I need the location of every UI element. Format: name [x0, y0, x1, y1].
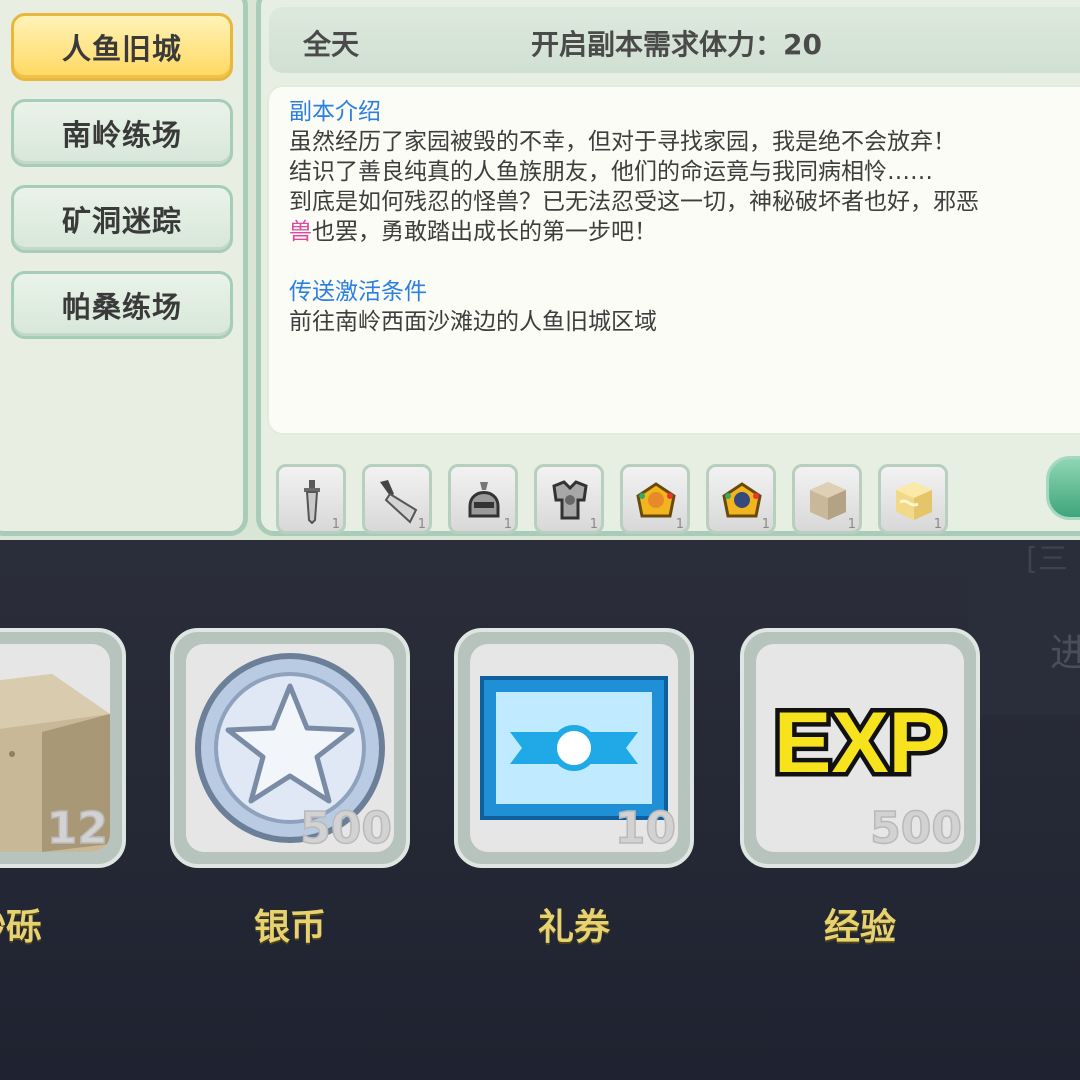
description-box: 副本介绍 虽然经历了家园被毁的不幸，但对于寻找家园，我是绝不会放弃！ 结识了善良…	[267, 85, 1080, 435]
loot-count: 1	[847, 517, 856, 532]
dungeon-panel: 人鱼旧城 南岭练场 矿洞迷踪 帕桑练场 全天 开启副本需求体力：20 副本介绍 …	[0, 0, 1080, 540]
reward-slot[interactable]: 500	[170, 628, 410, 868]
reward-slot[interactable]: EXP 500	[740, 628, 980, 868]
reward-label: 银币	[253, 907, 326, 948]
rewards-panel: [三 进 12 砂砾 500 银币	[0, 540, 1080, 1080]
sidebar-item-pasang-training-ground[interactable]: 帕桑练场	[11, 271, 233, 339]
loot-slot[interactable]: 1	[792, 464, 862, 534]
reward-slot[interactable]: 12	[0, 628, 126, 868]
reward-amount: 500	[869, 802, 962, 855]
side-panel-top-text: [三	[1026, 542, 1068, 577]
dungeon-detail-panel: 全天 开启副本需求体力：20 副本介绍 虽然经历了家园被毁的不幸，但对于寻找家园…	[256, 0, 1080, 536]
loot-slot[interactable]: 1	[362, 464, 432, 534]
loot-slot[interactable]: 1	[878, 464, 948, 534]
intro-line-rest: 也罢，勇敢踏出成长的第一步吧！	[312, 219, 657, 245]
loot-slot[interactable]: 1	[706, 464, 776, 534]
loot-count: 1	[503, 517, 512, 532]
intro-line: 到底是如何残忍的怪兽？已无法忍受这一切，神秘破坏者也好，邪恶	[289, 189, 979, 215]
loot-count: 1	[675, 517, 684, 532]
loot-count: 1	[589, 517, 598, 532]
loot-count: 1	[417, 517, 426, 532]
helmet-icon	[468, 482, 500, 518]
gold-chest-blue-icon	[722, 482, 762, 518]
loot-count: 1	[761, 517, 770, 532]
loot-count: 1	[331, 517, 340, 532]
reward-amount: 12	[46, 802, 109, 855]
cleaver-icon	[380, 480, 418, 524]
loot-slot[interactable]: 1	[276, 464, 346, 534]
reward-label: 砂砾	[0, 907, 42, 948]
sand-block-icon	[810, 482, 846, 520]
sandstone-block-icon	[896, 482, 932, 520]
stamina-cost-label: 开启副本需求体力：20	[531, 28, 822, 61]
reward-amount: 500	[299, 802, 392, 855]
loot-count: 1	[933, 517, 942, 532]
sidebar-item-mermaid-old-city[interactable]: 人鱼旧城	[11, 13, 233, 81]
loot-slot[interactable]: 1	[620, 464, 690, 534]
sidebar-item-nanling-training-ground[interactable]: 南岭练场	[11, 99, 233, 167]
dungeon-list-sidebar: 人鱼旧城 南岭练场 矿洞迷踪 帕桑练场	[0, 0, 248, 536]
description-text: 副本介绍 虽然经历了家园被毁的不幸，但对于寻找家园，我是绝不会放弃！ 结识了善良…	[289, 97, 1080, 337]
intro-line: 虽然经历了家园被毁的不幸，但对于寻找家园，我是绝不会放弃！	[289, 129, 956, 155]
dungeon-header: 全天 开启副本需求体力：20	[269, 7, 1080, 73]
gold-chest-orange-icon	[636, 482, 676, 518]
enter-dungeon-button[interactable]	[1046, 456, 1080, 520]
side-panel-button-text[interactable]: 进	[1050, 622, 1080, 677]
open-time-label: 全天	[303, 28, 360, 61]
reward-label: 经验	[823, 907, 896, 948]
reward-slot[interactable]: 10	[454, 628, 694, 868]
monster-highlight: 兽	[289, 219, 312, 245]
intro-line: 兽也罢，勇敢踏出成长的第一步吧！	[289, 217, 1080, 247]
reward-label: 礼券	[537, 907, 610, 948]
loot-slot[interactable]: 1	[534, 464, 604, 534]
loot-slot[interactable]: 1	[448, 464, 518, 534]
svg-text:EXP: EXP	[774, 695, 946, 791]
intro-title: 副本介绍	[289, 99, 381, 125]
intro-line: 结识了善良纯真的人鱼族朋友，他们的命运竟与我同病相怜……	[289, 159, 933, 185]
teleport-title: 传送激活条件	[289, 279, 427, 305]
armor-icon	[552, 480, 588, 520]
reward-amount: 10	[614, 802, 677, 855]
teleport-text: 前往南岭西面沙滩边的人鱼旧城区域	[289, 309, 657, 335]
sidebar-item-mine-cave[interactable]: 矿洞迷踪	[11, 185, 233, 253]
dagger-icon	[304, 480, 320, 524]
